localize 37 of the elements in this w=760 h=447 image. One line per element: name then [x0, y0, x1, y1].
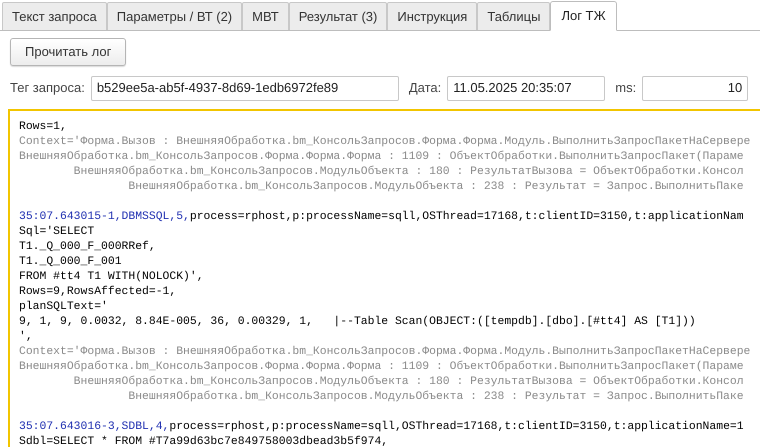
field-label: Дата: — [408, 79, 442, 98]
log-panel[interactable] — [8, 109, 760, 447]
log-line: T1._Q_000_F_001 — [19, 255, 122, 270]
log-line: ВнешняяОбработка.bm_КонсольЗапросов.МодульОбъекта : 238 : Результат = Запрос.ВыполнитьПаке — [127, 390, 744, 405]
tab[interactable]: Лог ТЖ — [550, 1, 617, 31]
tab[interactable]: Результат (3) — [288, 2, 388, 30]
log-line: Context='Форма.Вызов : ВнешняяОбработка.bm_КонсольЗапросов.Форма.Форма.Модуль.ВыполнитьЗапросПакетНаСервере — [19, 345, 750, 360]
log-line: Sql='SELECT — [19, 225, 94, 240]
tab[interactable]: Текст запроса — [2, 2, 107, 30]
tab[interactable]: Параметры / ВТ (2) — [106, 2, 242, 30]
tab[interactable]: МВТ — [242, 2, 289, 30]
log-line: ВнешняяОбработка.bm_КонсольЗапросов.Форма.Форма.Форма : 1109 : ОбъектОбработки.ВыполнитьЗапросПакет(Параме — [19, 150, 744, 165]
event-header: 35:07.643016-3,SDBL,4, — [19, 420, 170, 435]
log-line: T1._Q_000_F_000RRef, — [19, 240, 156, 255]
log-line: Rows=1, — [19, 120, 67, 135]
field-label: Тег запроса: — [10, 79, 85, 98]
input-field[interactable]: 11.05.2025 20:35:07 — [447, 76, 606, 100]
log-line: ВнешняяОбработка.bm_КонсольЗапросов.Форма.Форма.Форма : 1109 : ОбъектОбработки.ВыполнитьЗапросПакет(Параме — [19, 360, 744, 375]
log-line: process=rphost,p:processName=sqll,OSThread=17168,t:clientID=3150,t:applicationName=1 — [169, 420, 744, 435]
input-field[interactable]: b529ee5a-ab5f-4937-8d69-1edb6972fe89 — [90, 76, 399, 100]
log-line: Sdbl=SELECT * FROM #T7a99d63bc7e849758003dbead3b5f974, — [19, 435, 388, 447]
log-line: Rows=9,RowsAffected=-1, — [19, 285, 176, 300]
event-header: 35:07.643015-1,DBMSSQL,5, — [19, 210, 190, 225]
log-line: ВнешняяОбработка.bm_КонсольЗапросов.МодульОбъекта : 180 : РезультатВызова = ОбъектОбработки.Консол — [72, 165, 744, 180]
field-label: ms: — [615, 79, 636, 98]
log-line: ВнешняяОбработка.bm_КонсольЗапросов.МодульОбъекта : 180 : РезультатВызова = ОбъектОбработки.Консол — [72, 375, 744, 390]
read-log-button[interactable]: Прочитать лог — [10, 38, 126, 66]
tab[interactable]: Инструкция — [387, 2, 478, 30]
log-line: ', — [19, 330, 33, 345]
input-field[interactable]: 10 — [642, 76, 748, 100]
log-line: FROM #tt4 T1 WITH(NOLOCK)', — [19, 270, 204, 285]
log-line: planSQLText=' — [19, 300, 108, 315]
log-line: 9, 1, 9, 0.0032, 8.84E-005, 36, 0.00329, 1, |--Table Scan(OBJECT:([tempdb].[dbo].[#tt4] AS [T1])) — [19, 315, 696, 330]
log-line: process=rphost,p:processName=sqll,OSThread=17168,t:clientID=3150,t:applicationNam — [190, 210, 744, 225]
log-line: Context='Форма.Вызов : ВнешняяОбработка.bm_КонсольЗапросов.Форма.Форма.Модуль.ВыполнитьЗапросПакетНаСервере — [19, 135, 750, 150]
tab[interactable]: Таблицы — [477, 2, 550, 30]
log-line: ВнешняяОбработка.bm_КонсольЗапросов.МодульОбъекта : 238 : Результат = Запрос.ВыполнитьПаке — [127, 180, 744, 195]
